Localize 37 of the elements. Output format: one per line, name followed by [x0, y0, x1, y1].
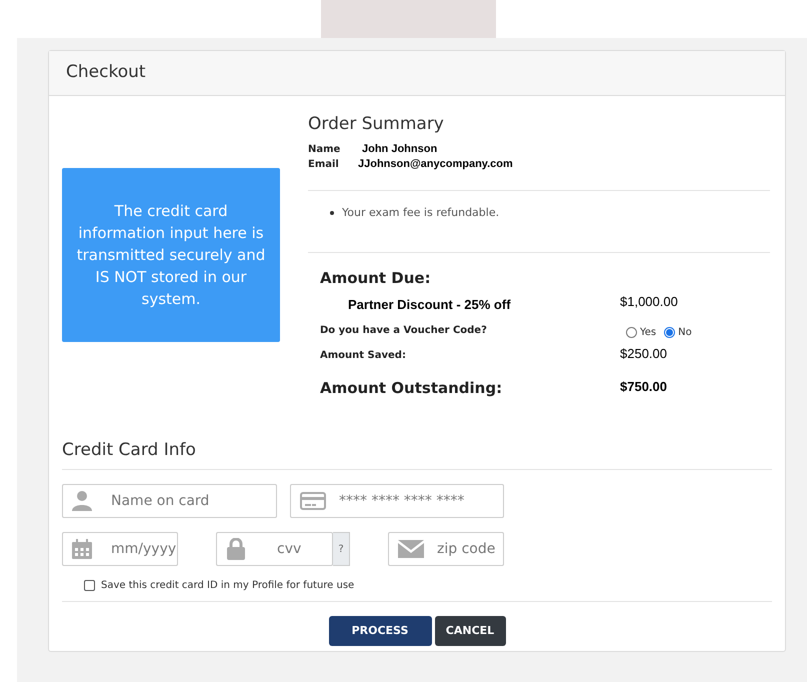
discount-label: Partner Discount - 25% off [347, 296, 512, 314]
outstanding-label: Amount Outstanding: [320, 378, 504, 399]
saved-amount: $250.00 [620, 344, 667, 362]
detail-value: John Johnson [362, 142, 438, 156]
zip-field[interactable]: zip code [388, 532, 504, 566]
process-button[interactable]: PROCESS [328, 616, 432, 646]
credit-card-title: Credit Card Info [62, 438, 772, 470]
outstanding-amount: $750.00 [620, 378, 667, 396]
saved-label: Amount Saved: [320, 348, 407, 363]
number-field[interactable]: **** **** **** **** [290, 484, 504, 518]
envelope-icon [398, 540, 424, 558]
card-title: Checkout [66, 61, 146, 84]
security-notice: The credit card information input here is transmitted securely and IS NOT stored in our system. [62, 168, 280, 342]
detail-label: Name [308, 142, 342, 156]
name-field[interactable]: Name on card [62, 484, 277, 518]
save-checkbox[interactable] [84, 580, 95, 591]
cvv-field[interactable]: cvv [216, 532, 333, 566]
expiry-field[interactable]: mm/yyyy [62, 532, 178, 566]
note-text: Your exam fee is refundable. [342, 204, 500, 220]
cancel-button[interactable]: CANCEL [434, 616, 506, 646]
bullet-icon [330, 210, 334, 215]
person-icon [72, 491, 92, 511]
calendar-icon [72, 539, 92, 559]
amount-due-title: Amount Due: [320, 268, 432, 288]
radio-icon[interactable] [664, 326, 676, 338]
help-button[interactable]: ? [333, 532, 350, 566]
lock-icon [226, 538, 246, 560]
detail-value: JJohnson@anycompany.com [358, 156, 513, 172]
voucher-radio[interactable]: No [664, 324, 692, 340]
voucher-question: Do you have a Voucher Code? [320, 324, 488, 338]
credit-card-icon [300, 492, 326, 510]
order-summary-title: Order Summary [308, 113, 445, 136]
radio-icon[interactable] [626, 326, 637, 338]
voucher-radio[interactable]: Yes [626, 324, 656, 340]
discount-amount: $1,000.00 [620, 293, 678, 311]
detail-label: Email [308, 158, 340, 172]
save-card-label: Save this credit card ID in my Profile for future use [101, 579, 354, 593]
